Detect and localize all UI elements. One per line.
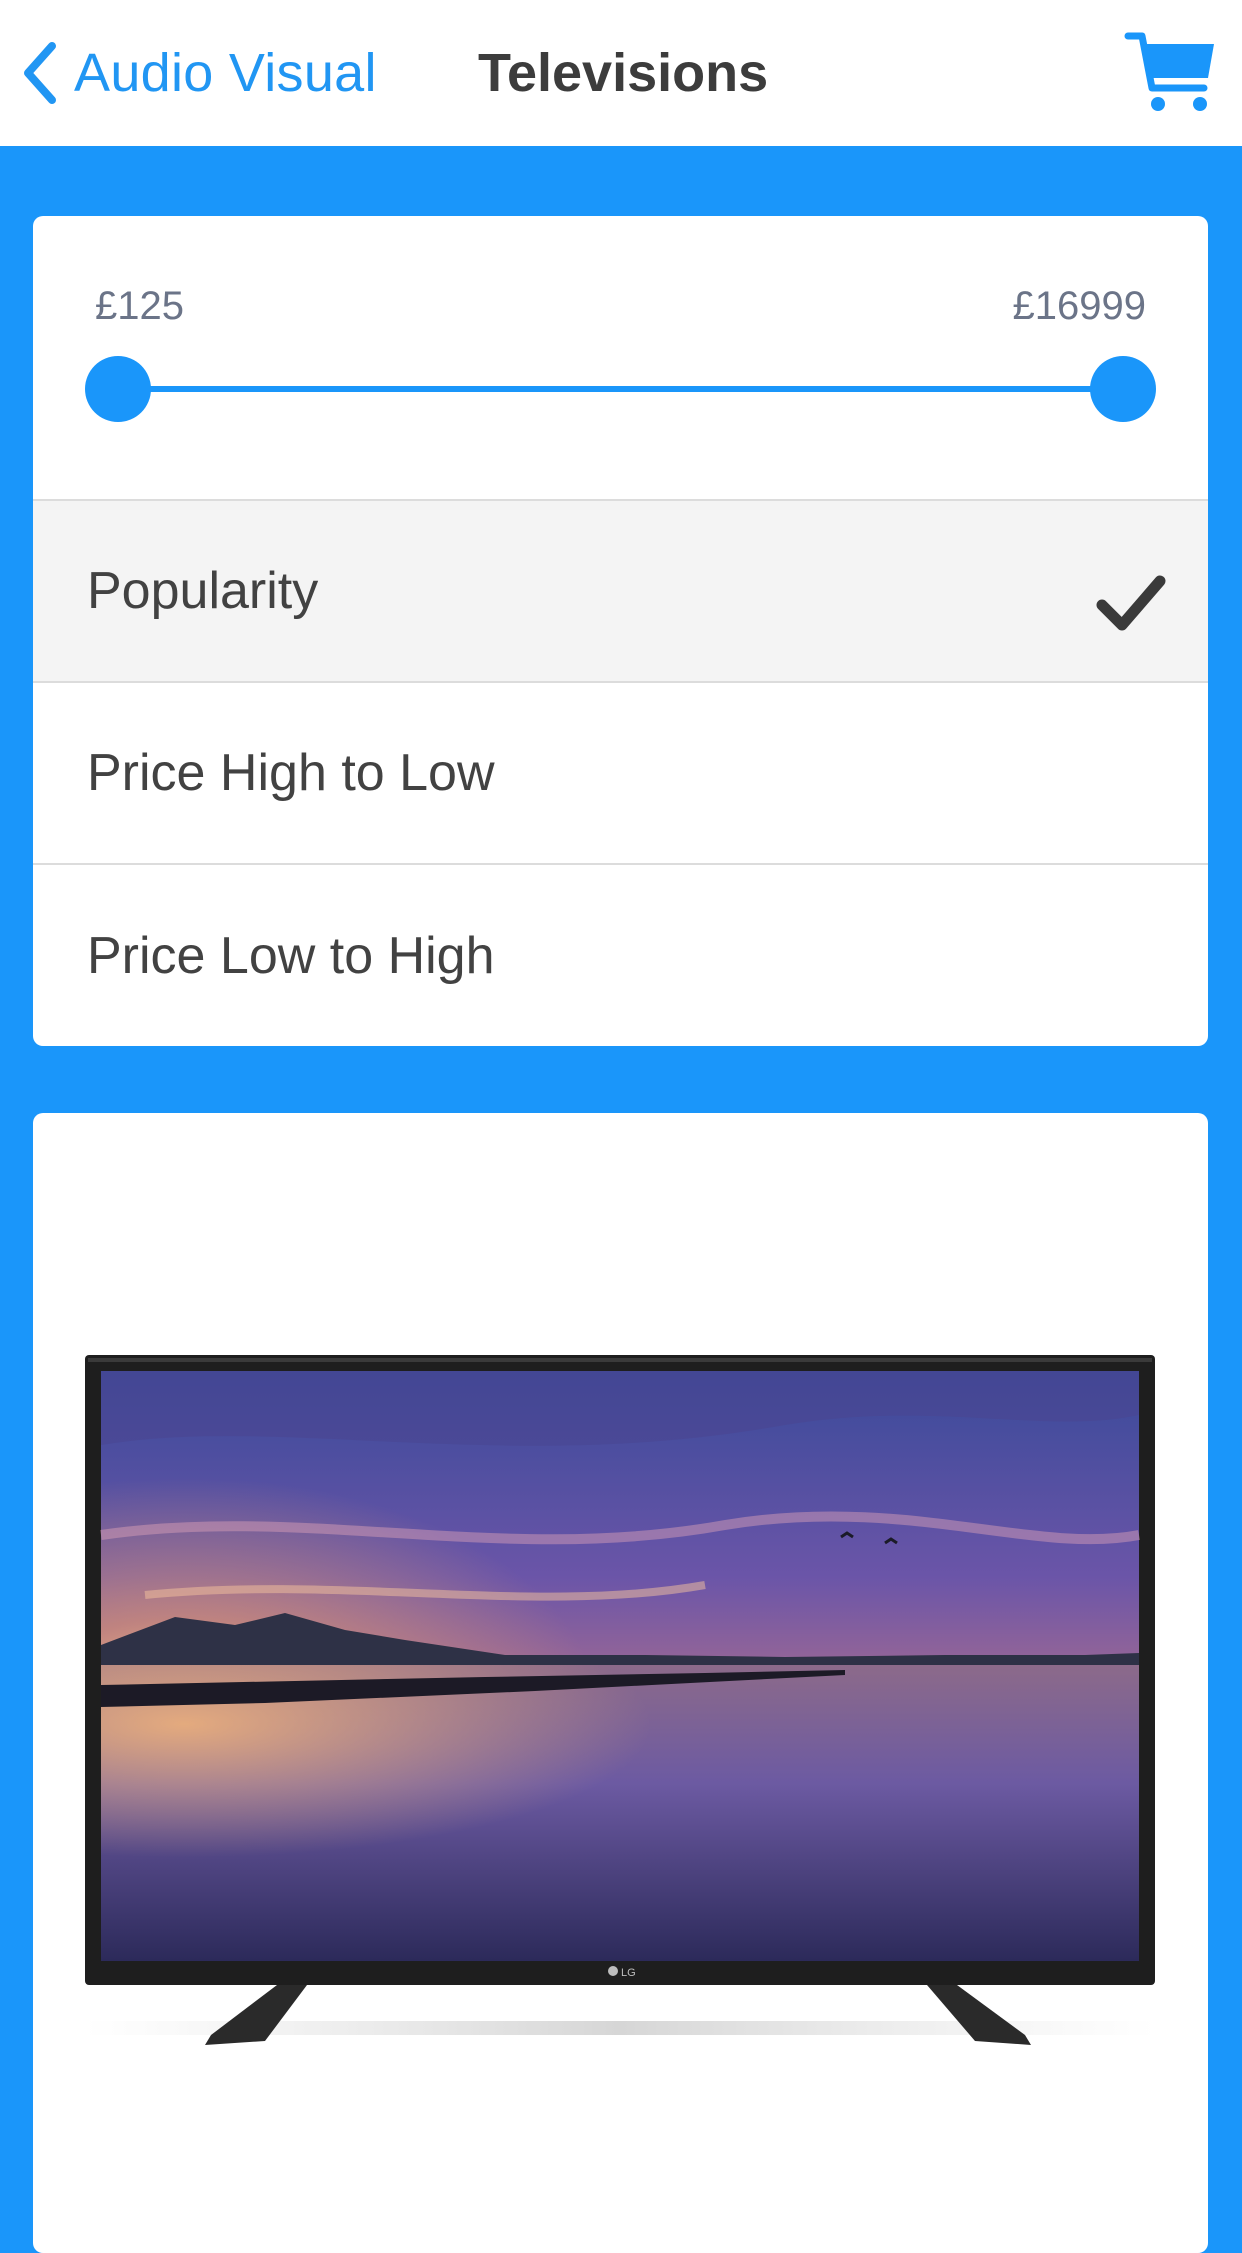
- price-min-label: £125: [95, 284, 184, 328]
- price-range-filter: £125 £16999: [33, 216, 1208, 501]
- back-button-label: Audio Visual: [74, 43, 377, 103]
- back-button[interactable]: Audio Visual: [22, 30, 377, 116]
- sort-option-price-low-to-high[interactable]: Price Low to High: [33, 865, 1208, 1046]
- lg-television-image: LG: [85, 1355, 1155, 2045]
- price-slider-max-thumb[interactable]: [1090, 356, 1156, 422]
- navigation-bar: Audio Visual Televisions: [0, 0, 1242, 146]
- sort-option-popularity[interactable]: Popularity: [33, 501, 1208, 683]
- sort-option-label: Price Low to High: [87, 927, 495, 985]
- shopping-cart-icon: [1124, 32, 1214, 111]
- product-card[interactable]: LG: [33, 1113, 1208, 2253]
- lg-logo-text: LG: [621, 1967, 636, 1979]
- chevron-left-icon: [22, 42, 58, 104]
- filter-card: £125 £16999 Popularity Price High to Low…: [33, 216, 1208, 1046]
- price-slider-min-thumb[interactable]: [85, 356, 151, 422]
- cart-button[interactable]: [1124, 26, 1218, 116]
- sort-option-price-high-to-low[interactable]: Price High to Low: [33, 683, 1208, 865]
- price-max-label: £16999: [1012, 284, 1146, 328]
- sort-option-label: Price High to Low: [87, 744, 495, 802]
- price-slider-track[interactable]: [118, 386, 1123, 392]
- checkmark-icon: [1096, 575, 1166, 631]
- sort-option-label: Popularity: [87, 562, 319, 620]
- page-title: Televisions: [478, 43, 769, 103]
